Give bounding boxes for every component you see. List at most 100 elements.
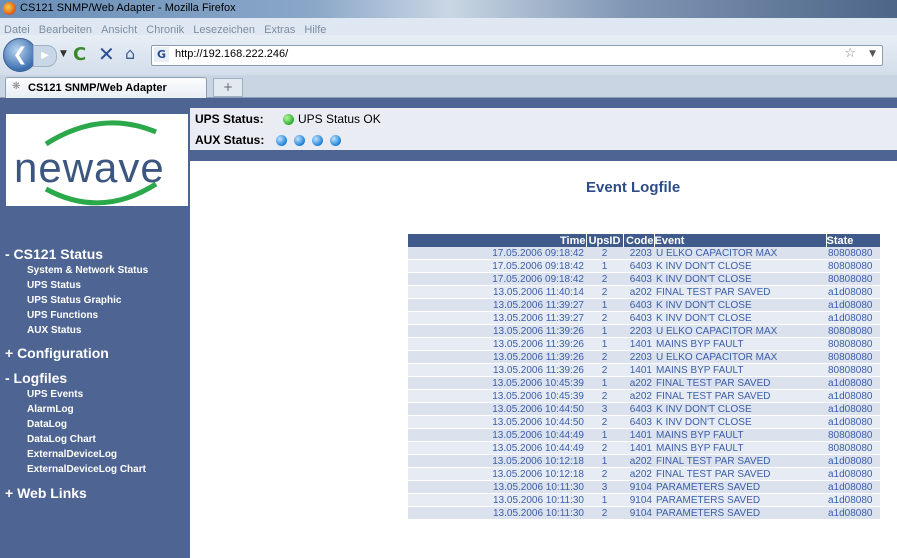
cell-state: 80808080: [826, 428, 880, 442]
sidebar: newave - CS121 Status System & Network S…: [0, 98, 190, 558]
aux-3-status-icon: [312, 135, 323, 146]
sidebar-item-ups-events[interactable]: UPS Events: [27, 389, 83, 400]
loading-icon: ❋: [12, 81, 21, 92]
sidebar-item-ups-functions[interactable]: UPS Functions: [27, 310, 98, 321]
cell-time: 13.05.2006 11:39:26: [408, 337, 586, 351]
window-title: CS121 SNMP/Web Adapter - Mozilla Firefox: [20, 2, 236, 14]
cell-upsid: 2: [586, 363, 623, 377]
cell-upsid: 2: [586, 506, 623, 520]
cell-event: U ELKO CAPACITOR MAX: [654, 324, 826, 338]
cell-state: a1d08080: [826, 467, 880, 481]
cell-event: FINAL TEST PAR SAVED: [654, 285, 826, 299]
bookmark-star-icon[interactable]: ☆: [844, 46, 856, 61]
table-row: 13.05.2006 10:11:30 1 9104 PARAMETERS SAVED…: [408, 493, 880, 507]
cell-upsid: 2: [586, 285, 623, 299]
newave-logo: newave: [6, 114, 188, 206]
cell-upsid: 2: [586, 272, 623, 286]
sidebar-item-externaldevicelog[interactable]: ExternalDeviceLog: [27, 449, 117, 460]
cell-time: 13.05.2006 10:44:50: [408, 402, 586, 416]
tab-cs121[interactable]: ❋ CS121 SNMP/Web Adapter: [5, 77, 207, 98]
column-header-code: Code: [623, 234, 655, 247]
table-row: 13.05.2006 10:44:49 2 1401 MAINS BYP FAULT 8…: [408, 441, 880, 455]
back-button[interactable]: ❮: [3, 38, 37, 72]
cell-code: 6403: [623, 298, 654, 312]
table-row: 13.05.2006 11:39:26 1 1401 MAINS BYP FAULT 8…: [408, 337, 880, 351]
cell-state: a1d08080: [826, 389, 880, 403]
cell-time: 13.05.2006 10:45:39: [408, 376, 586, 390]
cell-upsid: 2: [586, 467, 623, 481]
cell-event: U ELKO CAPACITOR MAX: [654, 247, 826, 260]
cell-upsid: 1: [586, 259, 623, 273]
table-row: 13.05.2006 10:11:30 3 9104 PARAMETERS SAVED…: [408, 480, 880, 494]
cell-event: K INV DON'T CLOSE: [654, 402, 826, 416]
forward-button[interactable]: ▶: [33, 45, 57, 67]
cell-event: MAINS BYP FAULT: [654, 428, 826, 442]
home-icon[interactable]: ⌂: [125, 44, 135, 63]
cell-event: K INV DON'T CLOSE: [654, 259, 826, 273]
cell-event: MAINS BYP FAULT: [654, 441, 826, 455]
navigation-toolbar: ❮ ▶ ▼ C ✕ ⌂ G http://192.168.222.246/ ☆ …: [0, 35, 897, 75]
sidebar-logfiles[interactable]: - Logfiles: [5, 370, 67, 386]
tab-title: CS121 SNMP/Web Adapter: [28, 82, 167, 94]
url-dropdown-icon[interactable]: ▼: [869, 49, 876, 59]
aux-1-status-icon: [276, 135, 287, 146]
cell-time: 13.05.2006 10:44:49: [408, 428, 586, 442]
table-row: 13.05.2006 10:12:18 1 a202 FINAL TEST PAR S…: [408, 454, 880, 468]
site-identity-icon[interactable]: G: [154, 47, 169, 62]
sidebar-item-system-network-status[interactable]: System & Network Status: [27, 265, 148, 276]
cell-upsid: 1: [586, 324, 623, 338]
cell-time: 13.05.2006 10:11:30: [408, 480, 586, 494]
cell-time: 13.05.2006 10:11:30: [408, 506, 586, 520]
stop-icon[interactable]: ✕: [98, 42, 115, 66]
cell-state: 80808080: [826, 441, 880, 455]
cell-time: 13.05.2006 11:40:14: [408, 285, 586, 299]
cell-upsid: 1: [586, 376, 623, 390]
cell-code: a202: [623, 285, 654, 299]
sidebar-configuration[interactable]: + Configuration: [5, 345, 109, 361]
sidebar-cs121-status[interactable]: - CS121 Status: [5, 246, 103, 262]
sidebar-item-aux-status[interactable]: AUX Status: [27, 325, 81, 336]
sidebar-item-datalog[interactable]: DataLog: [27, 419, 67, 430]
cell-upsid: 3: [586, 402, 623, 416]
cell-code: a202: [623, 376, 654, 390]
sidebar-item-datalog-chart[interactable]: DataLog Chart: [27, 434, 96, 445]
table-row: 17.05.2006 09:18:42 2 2203 U ELKO CAPACITOR…: [408, 247, 880, 260]
url-text[interactable]: http://192.168.222.246/: [175, 48, 288, 60]
event-log-body: 17.05.2006 09:18:42 2 2203 U ELKO CAPACITOR…: [408, 247, 880, 520]
cell-time: 17.05.2006 09:18:42: [408, 247, 586, 260]
cell-event: K INV DON'T CLOSE: [654, 311, 826, 325]
cell-code: 6403: [623, 272, 654, 286]
cell-upsid: 2: [586, 311, 623, 325]
sidebar-item-externaldevicelog-chart[interactable]: ExternalDeviceLog Chart: [27, 464, 146, 475]
cell-time: 13.05.2006 11:39:26: [408, 350, 586, 364]
cell-state: 80808080: [826, 247, 880, 260]
cell-event: K INV DON'T CLOSE: [654, 272, 826, 286]
ups-status-ok-icon: [283, 114, 294, 125]
cell-code: 1401: [623, 337, 654, 351]
column-header-upsid: UpsID: [586, 234, 624, 247]
cell-code: 6403: [623, 415, 654, 429]
reload-icon[interactable]: C: [73, 44, 86, 65]
table-header-row: Time UpsID Code Event State: [408, 234, 881, 247]
ups-status-label: UPS Status:: [195, 112, 264, 126]
aux-status-label: AUX Status:: [195, 133, 265, 147]
cell-event: FINAL TEST PAR SAVED: [654, 454, 826, 468]
table-row: 13.05.2006 10:11:30 2 9104 PARAMETERS SAVED…: [408, 506, 880, 520]
cell-event: FINAL TEST PAR SAVED: [654, 467, 826, 481]
cell-code: a202: [623, 467, 654, 481]
url-bar[interactable]: G http://192.168.222.246/ ☆ ▼: [151, 45, 883, 66]
history-dropdown-icon[interactable]: ▼: [60, 49, 67, 59]
status-panel: UPS Status: UPS Status OK AUX Status:: [190, 108, 897, 150]
new-tab-button[interactable]: +: [213, 78, 243, 97]
sidebar-item-ups-status[interactable]: UPS Status: [27, 280, 81, 291]
cell-upsid: 2: [586, 247, 623, 260]
cell-code: 1401: [623, 441, 654, 455]
cell-code: a202: [623, 389, 654, 403]
cell-state: a1d08080: [826, 506, 880, 520]
cell-upsid: 1: [586, 298, 623, 312]
sidebar-web-links[interactable]: + Web Links: [5, 485, 87, 501]
sidebar-item-alarmlog[interactable]: AlarmLog: [27, 404, 74, 415]
sidebar-item-ups-status-graphic[interactable]: UPS Status Graphic: [27, 295, 121, 306]
forward-arrow-icon: ▶: [41, 50, 49, 61]
cell-code: 6403: [623, 311, 654, 325]
